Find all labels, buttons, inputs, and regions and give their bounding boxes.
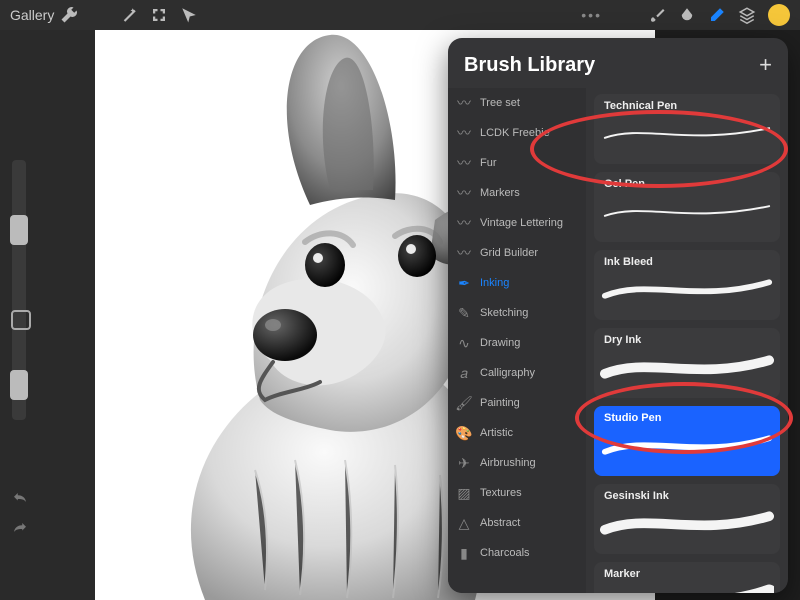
color-swatch[interactable]	[768, 4, 790, 26]
arrow-icon[interactable]	[174, 0, 204, 30]
brush-name: Dry Ink	[604, 334, 770, 346]
top-toolbar: Gallery •••	[0, 0, 800, 30]
brush-stroke-preview	[600, 272, 774, 306]
brush-marker[interactable]: Marker	[594, 562, 780, 593]
category-icon: 〰	[456, 243, 472, 263]
brush-category-inking[interactable]: ✒ Inking	[448, 268, 586, 298]
category-label: Artistic	[480, 427, 513, 439]
brush-studio-pen[interactable]: Studio Pen	[594, 406, 780, 476]
category-label: Textures	[480, 487, 522, 499]
brush-category-fur[interactable]: 〰 Fur	[448, 148, 586, 178]
category-label: Fur	[480, 157, 497, 169]
category-label: Painting	[480, 397, 520, 409]
category-icon: ∿	[456, 335, 472, 352]
brush-name: Studio Pen	[604, 412, 770, 424]
brush-stroke-preview	[600, 506, 774, 540]
category-icon: ✒	[456, 275, 472, 292]
undo-icon[interactable]	[11, 490, 29, 508]
brush-gel-pen[interactable]: Gel Pen	[594, 172, 780, 242]
brush-dry-ink[interactable]: Dry Ink	[594, 328, 780, 398]
category-label: Markers	[480, 187, 520, 199]
brush-technical-pen[interactable]: Technical Pen	[594, 94, 780, 164]
brush-category-painting[interactable]: 🖌 Painting	[448, 388, 586, 418]
brush-category-airbrushing[interactable]: ✈ Airbrushing	[448, 448, 586, 478]
slider-thumb-bottom[interactable]	[10, 370, 28, 400]
brush-category-markers[interactable]: 〰 Markers	[448, 178, 586, 208]
category-icon: ✈	[456, 455, 472, 472]
popover-header: Brush Library +	[448, 38, 788, 88]
side-controls	[6, 160, 32, 570]
brush-category-sketching[interactable]: ✎ Sketching	[448, 298, 586, 328]
brush-name: Gesinski Ink	[604, 490, 770, 502]
category-icon: 〰	[456, 183, 472, 203]
brush-name: Gel Pen	[604, 178, 770, 190]
brush-category-textures[interactable]: ▨ Textures	[448, 478, 586, 508]
brush-category-tree-set[interactable]: 〰 Tree set	[448, 88, 586, 118]
category-label: Tree set	[480, 97, 520, 109]
brush-category-lcdk-freebie[interactable]: 〰 LCDK Freebie	[448, 118, 586, 148]
category-label: Grid Builder	[480, 247, 538, 259]
gallery-button[interactable]: Gallery	[10, 7, 54, 23]
category-label: Vintage Lettering	[480, 217, 563, 229]
more-icon[interactable]: •••	[581, 7, 602, 23]
selection-icon[interactable]	[144, 0, 174, 30]
brush-category-vintage-lettering[interactable]: 〰 Vintage Lettering	[448, 208, 586, 238]
brush-ink-bleed[interactable]: Ink Bleed	[594, 250, 780, 320]
brush-name: Marker	[604, 568, 770, 580]
category-icon: ▮	[456, 545, 472, 562]
category-icon: 🖌	[456, 395, 472, 412]
wand-icon[interactable]	[114, 0, 144, 30]
wrench-icon[interactable]	[54, 0, 84, 30]
brush-category-drawing[interactable]: ∿ Drawing	[448, 328, 586, 358]
popover-title: Brush Library	[464, 54, 759, 77]
slider-thumb-top[interactable]	[10, 215, 28, 245]
add-brush-button[interactable]: +	[759, 52, 772, 78]
redo-icon[interactable]	[11, 520, 29, 538]
category-icon: 🎨	[456, 425, 472, 442]
brush-stroke-preview	[600, 350, 774, 384]
brush-stroke-preview	[600, 194, 774, 228]
eraser-icon[interactable]	[702, 0, 732, 30]
brush-stroke-preview	[600, 116, 774, 150]
category-icon: 〰	[456, 93, 472, 113]
brush-category-charcoals[interactable]: ▮ Charcoals	[448, 538, 586, 568]
category-label: Inking	[480, 277, 509, 289]
brush-stroke-preview	[600, 584, 774, 593]
brush-icon[interactable]	[642, 0, 672, 30]
layers-icon[interactable]	[732, 0, 762, 30]
category-label: Drawing	[480, 337, 520, 349]
category-label: Charcoals	[480, 547, 530, 559]
brush-library-popover: Brush Library + 〰 Tree set 〰 LCDK Freebie 〰 F…	[448, 38, 788, 593]
category-icon: 〰	[456, 123, 472, 143]
category-label: Calligraphy	[480, 367, 535, 379]
category-icon: ▨	[456, 485, 472, 502]
smudge-icon[interactable]	[672, 0, 702, 30]
category-icon: 〰	[456, 153, 472, 173]
category-icon: ✎	[456, 305, 472, 322]
category-label: LCDK Freebie	[480, 127, 550, 139]
category-label: Airbrushing	[480, 457, 536, 469]
brush-list: Technical Pen Gel Pen Ink Bleed Dry Ink Stud…	[586, 88, 788, 593]
brush-name: Technical Pen	[604, 100, 770, 112]
category-label: Sketching	[480, 307, 528, 319]
brush-category-calligraphy[interactable]: 𝑎 Calligraphy	[448, 358, 586, 388]
modifier-button[interactable]	[11, 310, 31, 330]
category-icon: △	[456, 515, 472, 532]
brush-category-grid-builder[interactable]: 〰 Grid Builder	[448, 238, 586, 268]
brush-gesinski-ink[interactable]: Gesinski Ink	[594, 484, 780, 554]
brush-category-artistic[interactable]: 🎨 Artistic	[448, 418, 586, 448]
brush-stroke-preview	[600, 428, 774, 462]
category-label: Abstract	[480, 517, 520, 529]
brush-category-list: 〰 Tree set 〰 LCDK Freebie 〰 Fur 〰 Markers 〰 Vinta…	[448, 88, 586, 593]
brush-name: Ink Bleed	[604, 256, 770, 268]
brush-category-abstract[interactable]: △ Abstract	[448, 508, 586, 538]
category-icon: 〰	[456, 213, 472, 233]
category-icon: 𝑎	[456, 365, 472, 382]
